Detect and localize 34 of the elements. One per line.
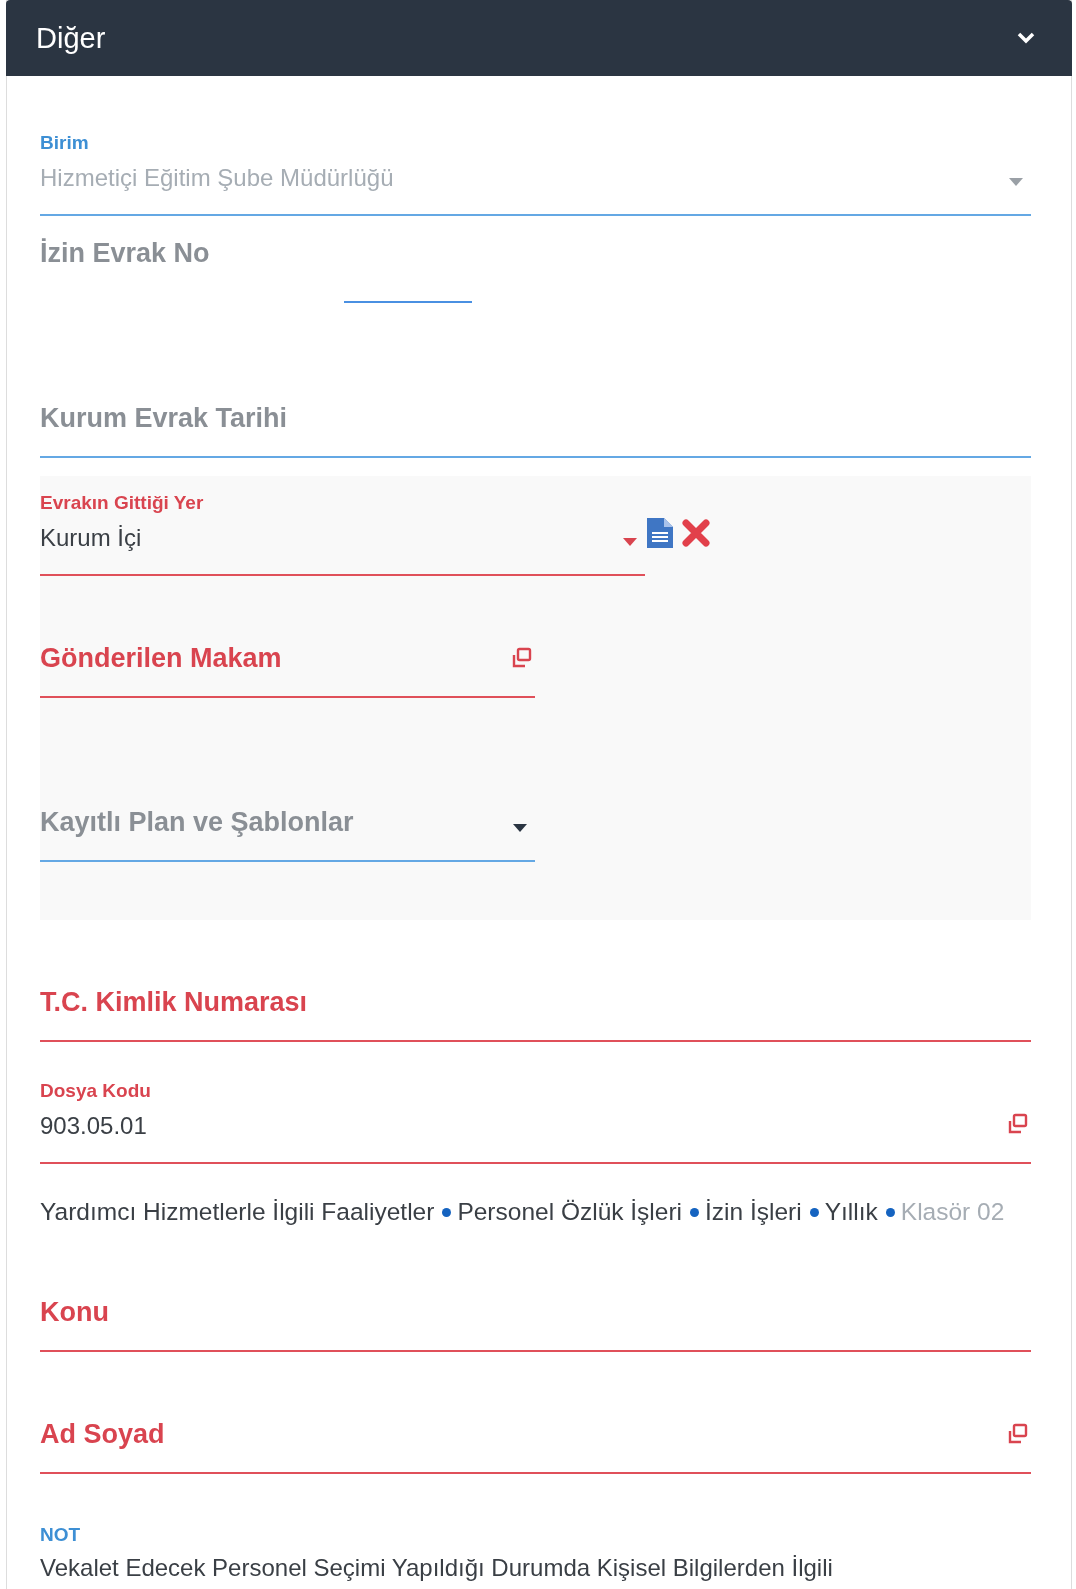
- field-label: Kayıtlı Plan ve Şablonlar: [40, 807, 355, 838]
- select-field[interactable]: Evrakın Gittiği Yer Kurum İçi: [40, 476, 645, 576]
- field-label: T.C. Kimlik Numarası: [40, 987, 309, 1018]
- document-icon[interactable]: [645, 516, 675, 550]
- file-code-path: Yardımcı Hizmetlerle İlgili Faaliyetler Personel Özlük İşleri İzin İşleri Yıllık Klasör 02: [40, 1197, 1006, 1227]
- field-value: 903.05.01: [40, 1112, 148, 1140]
- bullet-icon: [690, 1208, 700, 1218]
- field-label: Evrakın Gittiği Yer: [40, 492, 205, 514]
- field-label: Kurum Evrak Tarihi: [40, 403, 289, 434]
- field-label: Konu: [40, 1297, 110, 1328]
- bullet-icon: [442, 1208, 452, 1218]
- field-value: Hizmetiçi Eğitim Şube Müdürlüğü: [40, 164, 395, 192]
- field-value: Kurum İçi: [40, 524, 143, 552]
- field-label: Gönderilen Makam: [40, 643, 283, 674]
- panel-title: Diğer: [36, 21, 106, 55]
- field-label: NOT: [40, 1524, 81, 1545]
- field-label: Birim: [40, 132, 90, 154]
- input-field[interactable]: Kurum Evrak Tarihi: [40, 358, 1031, 458]
- input-field[interactable]: Dosya Kodu 903.05.01: [40, 1064, 1031, 1164]
- field-label: Ad Soyad: [40, 1419, 166, 1450]
- panel-header[interactable]: Diğer: [6, 0, 1072, 76]
- note-textarea[interactable]: Vekalet Edecek Personel Seçimi Yapıldığı Durumda Kişisel Bilgilerden İlgili: [40, 1554, 1031, 1582]
- select-field[interactable]: Kayıtlı Plan ve Şablonlar: [40, 762, 535, 862]
- chevron-icon[interactable]: [1016, 31, 1036, 45]
- input-field[interactable]: Konu: [40, 1252, 1031, 1352]
- input-field[interactable]: Ad Soyad: [40, 1374, 1031, 1474]
- bullet-icon: [885, 1208, 895, 1218]
- field-label: Dosya Kodu: [40, 1080, 152, 1102]
- close-icon[interactable]: [681, 518, 711, 548]
- bullet-icon: [809, 1208, 819, 1218]
- field-label: İzin Evrak No: [40, 238, 210, 268]
- input-field[interactable]: T.C. Kimlik Numarası: [40, 942, 1031, 1042]
- caret-down-icon[interactable]: [513, 824, 527, 832]
- input-field[interactable]: Gönderilen Makam: [40, 598, 535, 698]
